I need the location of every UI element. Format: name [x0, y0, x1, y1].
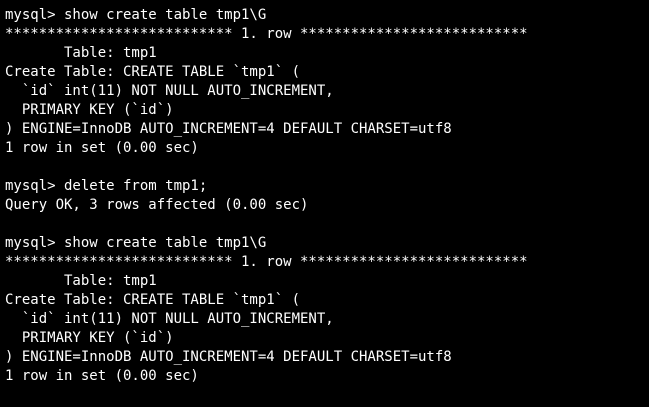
terminal-line: Create Table: CREATE TABLE `tmp1` ( — [5, 64, 301, 80]
terminal-line: mysql> delete from tmp1; — [5, 178, 208, 194]
terminal-line: mysql> show create table tmp1\G — [5, 235, 267, 251]
terminal-line: Create Table: CREATE TABLE `tmp1` ( — [5, 292, 301, 308]
terminal-line: Query OK, 3 rows affected (0.00 sec) — [5, 197, 309, 213]
terminal-window[interactable]: mysql> show create table tmp1\G ********… — [0, 0, 649, 407]
terminal-line: *************************** 1. row *****… — [5, 26, 528, 42]
terminal-line: 1 row in set (0.00 sec) — [5, 368, 199, 384]
terminal-line: Table: tmp1 — [5, 45, 157, 61]
terminal-line: ) ENGINE=InnoDB AUTO_INCREMENT=4 DEFAULT… — [5, 121, 452, 137]
terminal-line: ) ENGINE=InnoDB AUTO_INCREMENT=4 DEFAULT… — [5, 349, 452, 365]
terminal-line: `id` int(11) NOT NULL AUTO_INCREMENT, — [5, 83, 334, 99]
terminal-line: *************************** 1. row *****… — [5, 254, 528, 270]
terminal-line: mysql> show create table tmp1\G — [5, 7, 267, 23]
terminal-line: Table: tmp1 — [5, 273, 157, 289]
terminal-line: PRIMARY KEY (`id`) — [5, 102, 174, 118]
terminal-line: PRIMARY KEY (`id`) — [5, 330, 174, 346]
terminal-line: 1 row in set (0.00 sec) — [5, 140, 199, 156]
terminal-line: `id` int(11) NOT NULL AUTO_INCREMENT, — [5, 311, 334, 327]
